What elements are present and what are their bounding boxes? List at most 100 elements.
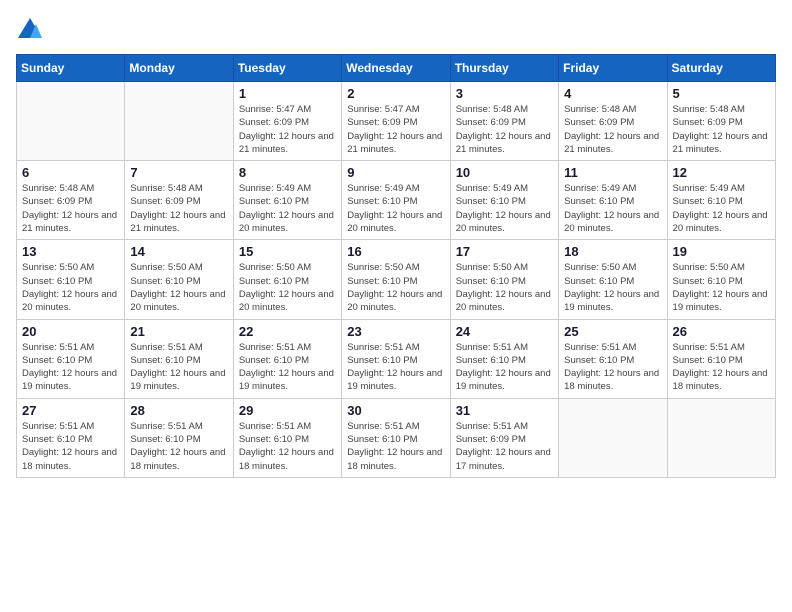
calendar-week-row: 20 Sunrise: 5:51 AM Sunset: 6:10 PM Dayli… xyxy=(17,319,776,398)
day-info: Sunrise: 5:47 AM Sunset: 6:09 PM Dayligh… xyxy=(239,103,336,156)
weekday-header: Sunday xyxy=(17,55,125,82)
day-info: Sunrise: 5:50 AM Sunset: 6:10 PM Dayligh… xyxy=(456,261,553,314)
calendar-day-cell: 6 Sunrise: 5:48 AM Sunset: 6:09 PM Daylig… xyxy=(17,161,125,240)
calendar-day-cell: 12 Sunrise: 5:49 AM Sunset: 6:10 PM Dayli… xyxy=(667,161,775,240)
calendar-week-row: 1 Sunrise: 5:47 AM Sunset: 6:09 PM Daylig… xyxy=(17,82,776,161)
day-info: Sunrise: 5:48 AM Sunset: 6:09 PM Dayligh… xyxy=(22,182,119,235)
day-info: Sunrise: 5:49 AM Sunset: 6:10 PM Dayligh… xyxy=(456,182,553,235)
day-number: 9 xyxy=(347,165,444,180)
day-info: Sunrise: 5:49 AM Sunset: 6:10 PM Dayligh… xyxy=(673,182,770,235)
calendar-day-cell: 9 Sunrise: 5:49 AM Sunset: 6:10 PM Daylig… xyxy=(342,161,450,240)
calendar-day-cell: 3Sunrise: 5:48 AM Sunset: 6:09 PM Daylig… xyxy=(450,82,558,161)
day-info: Sunrise: 5:50 AM Sunset: 6:10 PM Dayligh… xyxy=(130,261,227,314)
day-info: Sunrise: 5:51 AM Sunset: 6:10 PM Dayligh… xyxy=(130,420,227,473)
day-info: Sunrise: 5:50 AM Sunset: 6:10 PM Dayligh… xyxy=(239,261,336,314)
day-number: 19 xyxy=(673,244,770,259)
day-number: 8 xyxy=(239,165,336,180)
day-number: 18 xyxy=(564,244,661,259)
calendar-day-cell: 27 Sunrise: 5:51 AM Sunset: 6:10 PM Dayli… xyxy=(17,398,125,477)
day-info: Sunrise: 5:47 AM Sunset: 6:09 PM Dayligh… xyxy=(347,103,444,156)
day-number: 25 xyxy=(564,324,661,339)
day-number: 12 xyxy=(673,165,770,180)
calendar-day-cell: 30 Sunrise: 5:51 AM Sunset: 6:10 PM Dayli… xyxy=(342,398,450,477)
day-info: Sunrise: 5:49 AM Sunset: 6:10 PM Dayligh… xyxy=(239,182,336,235)
calendar-day-cell: 13 Sunrise: 5:50 AM Sunset: 6:10 PM Dayli… xyxy=(17,240,125,319)
calendar-day-cell: 28 Sunrise: 5:51 AM Sunset: 6:10 PM Dayli… xyxy=(125,398,233,477)
day-info: Sunrise: 5:48 AM Sunset: 6:09 PM Dayligh… xyxy=(130,182,227,235)
day-number: 5 xyxy=(673,86,770,101)
weekday-header: Friday xyxy=(559,55,667,82)
calendar-day-cell: 23 Sunrise: 5:51 AM Sunset: 6:10 PM Dayli… xyxy=(342,319,450,398)
calendar-week-row: 27 Sunrise: 5:51 AM Sunset: 6:10 PM Dayli… xyxy=(17,398,776,477)
day-info: Sunrise: 5:49 AM Sunset: 6:10 PM Dayligh… xyxy=(564,182,661,235)
calendar-day-cell: 21 Sunrise: 5:51 AM Sunset: 6:10 PM Dayli… xyxy=(125,319,233,398)
day-number: 13 xyxy=(22,244,119,259)
calendar-day-cell: 31Sunrise: 5:51 AM Sunset: 6:09 PM Dayli… xyxy=(450,398,558,477)
day-number: 1 xyxy=(239,86,336,101)
day-number: 28 xyxy=(130,403,227,418)
day-number: 23 xyxy=(347,324,444,339)
calendar-day-cell: 4Sunrise: 5:48 AM Sunset: 6:09 PM Daylig… xyxy=(559,82,667,161)
day-info: Sunrise: 5:51 AM Sunset: 6:09 PM Dayligh… xyxy=(456,420,553,473)
day-info: Sunrise: 5:51 AM Sunset: 6:10 PM Dayligh… xyxy=(22,420,119,473)
calendar-day-cell: 17Sunrise: 5:50 AM Sunset: 6:10 PM Dayli… xyxy=(450,240,558,319)
logo-icon xyxy=(16,16,44,44)
day-number: 27 xyxy=(22,403,119,418)
day-info: Sunrise: 5:51 AM Sunset: 6:10 PM Dayligh… xyxy=(673,341,770,394)
weekday-header: Wednesday xyxy=(342,55,450,82)
day-number: 7 xyxy=(130,165,227,180)
calendar-day-cell xyxy=(17,82,125,161)
calendar-day-cell: 15 Sunrise: 5:50 AM Sunset: 6:10 PM Dayli… xyxy=(233,240,341,319)
day-number: 26 xyxy=(673,324,770,339)
calendar-day-cell: 19Sunrise: 5:50 AM Sunset: 6:10 PM Dayli… xyxy=(667,240,775,319)
day-info: Sunrise: 5:51 AM Sunset: 6:10 PM Dayligh… xyxy=(564,341,661,394)
calendar-header-row: SundayMondayTuesdayWednesdayThursdayFrid… xyxy=(17,55,776,82)
calendar-day-cell: 7 Sunrise: 5:48 AM Sunset: 6:09 PM Daylig… xyxy=(125,161,233,240)
day-info: Sunrise: 5:50 AM Sunset: 6:10 PM Dayligh… xyxy=(22,261,119,314)
calendar-week-row: 13 Sunrise: 5:50 AM Sunset: 6:10 PM Dayli… xyxy=(17,240,776,319)
calendar-day-cell: 5 Sunrise: 5:48 AM Sunset: 6:09 PM Daylig… xyxy=(667,82,775,161)
calendar-day-cell xyxy=(559,398,667,477)
weekday-header: Tuesday xyxy=(233,55,341,82)
calendar-day-cell xyxy=(125,82,233,161)
calendar-day-cell xyxy=(667,398,775,477)
weekday-header: Thursday xyxy=(450,55,558,82)
day-info: Sunrise: 5:51 AM Sunset: 6:10 PM Dayligh… xyxy=(22,341,119,394)
calendar-day-cell: 11 Sunrise: 5:49 AM Sunset: 6:10 PM Dayli… xyxy=(559,161,667,240)
day-info: Sunrise: 5:51 AM Sunset: 6:10 PM Dayligh… xyxy=(239,420,336,473)
day-info: Sunrise: 5:49 AM Sunset: 6:10 PM Dayligh… xyxy=(347,182,444,235)
calendar-day-cell: 1 Sunrise: 5:47 AM Sunset: 6:09 PM Daylig… xyxy=(233,82,341,161)
calendar-day-cell: 26 Sunrise: 5:51 AM Sunset: 6:10 PM Dayli… xyxy=(667,319,775,398)
calendar-day-cell: 8 Sunrise: 5:49 AM Sunset: 6:10 PM Daylig… xyxy=(233,161,341,240)
day-info: Sunrise: 5:50 AM Sunset: 6:10 PM Dayligh… xyxy=(564,261,661,314)
weekday-header: Monday xyxy=(125,55,233,82)
day-info: Sunrise: 5:51 AM Sunset: 6:10 PM Dayligh… xyxy=(456,341,553,394)
day-info: Sunrise: 5:51 AM Sunset: 6:10 PM Dayligh… xyxy=(239,341,336,394)
day-number: 6 xyxy=(22,165,119,180)
page-header xyxy=(16,16,776,44)
calendar-day-cell: 2 Sunrise: 5:47 AM Sunset: 6:09 PM Daylig… xyxy=(342,82,450,161)
day-number: 21 xyxy=(130,324,227,339)
calendar-day-cell: 18 Sunrise: 5:50 AM Sunset: 6:10 PM Dayli… xyxy=(559,240,667,319)
day-number: 11 xyxy=(564,165,661,180)
day-number: 22 xyxy=(239,324,336,339)
day-number: 20 xyxy=(22,324,119,339)
day-info: Sunrise: 5:48 AM Sunset: 6:09 PM Dayligh… xyxy=(673,103,770,156)
calendar-day-cell: 22 Sunrise: 5:51 AM Sunset: 6:10 PM Dayli… xyxy=(233,319,341,398)
day-info: Sunrise: 5:51 AM Sunset: 6:10 PM Dayligh… xyxy=(130,341,227,394)
day-info: Sunrise: 5:51 AM Sunset: 6:10 PM Dayligh… xyxy=(347,420,444,473)
calendar-day-cell: 24Sunrise: 5:51 AM Sunset: 6:10 PM Dayli… xyxy=(450,319,558,398)
calendar-table: SundayMondayTuesdayWednesdayThursdayFrid… xyxy=(16,54,776,478)
day-number: 15 xyxy=(239,244,336,259)
calendar-day-cell: 14Sunrise: 5:50 AM Sunset: 6:10 PM Dayli… xyxy=(125,240,233,319)
day-info: Sunrise: 5:51 AM Sunset: 6:10 PM Dayligh… xyxy=(347,341,444,394)
day-number: 10 xyxy=(456,165,553,180)
day-number: 3 xyxy=(456,86,553,101)
day-number: 30 xyxy=(347,403,444,418)
day-number: 2 xyxy=(347,86,444,101)
day-info: Sunrise: 5:48 AM Sunset: 6:09 PM Dayligh… xyxy=(564,103,661,156)
day-info: Sunrise: 5:50 AM Sunset: 6:10 PM Dayligh… xyxy=(347,261,444,314)
calendar-day-cell: 25 Sunrise: 5:51 AM Sunset: 6:10 PM Dayli… xyxy=(559,319,667,398)
day-number: 29 xyxy=(239,403,336,418)
calendar-week-row: 6 Sunrise: 5:48 AM Sunset: 6:09 PM Daylig… xyxy=(17,161,776,240)
